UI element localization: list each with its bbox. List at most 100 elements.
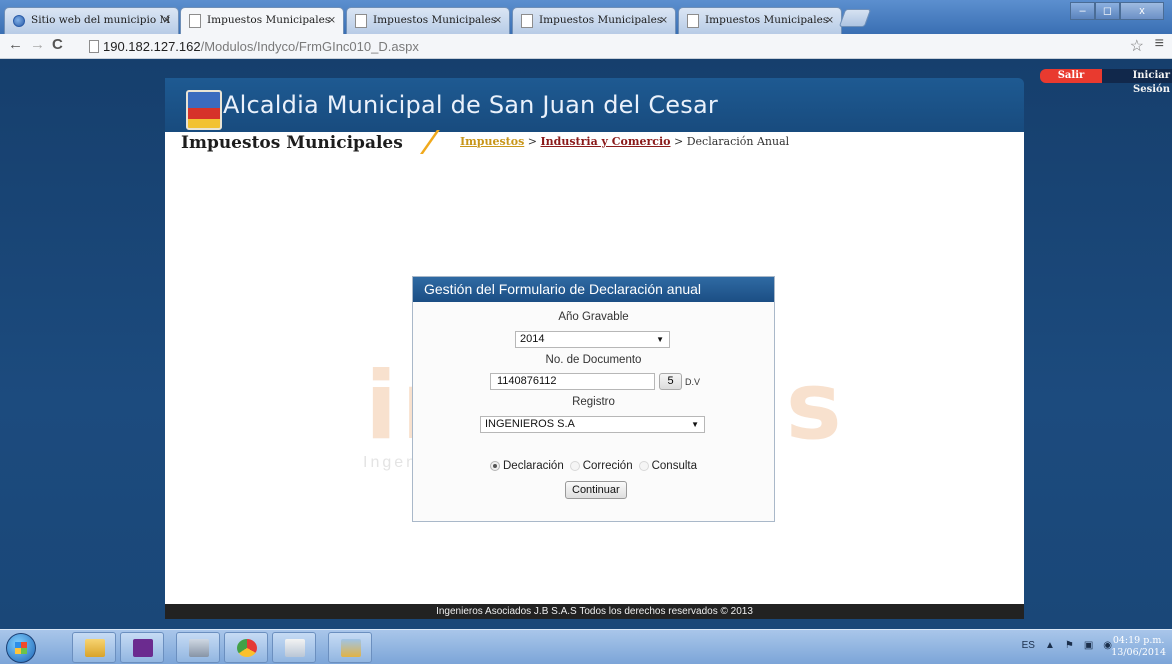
tab-close-icon[interactable]: × (494, 8, 502, 33)
reload-icon[interactable]: C (52, 36, 63, 53)
clock-date: 13/06/2014 (1111, 647, 1166, 658)
tab-label: Impuestos Municipales (539, 14, 663, 26)
document-number-input[interactable]: 1140876112 (490, 373, 655, 390)
banner-title: Alcaldia Municipal de San Juan del Cesar (223, 91, 718, 119)
radio-dot[interactable] (569, 461, 580, 471)
doc-label: No. de Documento (545, 354, 642, 366)
new-tab-button[interactable] (838, 9, 872, 27)
page-icon (521, 14, 533, 28)
declaration-form-panel: Gestión del Formulario de Declaración an… (412, 276, 775, 522)
radio-label: Correción (582, 460, 633, 472)
back-arrow-icon[interactable]: ← (8, 36, 23, 53)
browser-tab-strip: Sitio web del municipio M × Impuestos Mu… (0, 0, 1172, 35)
tab-label: Impuestos Municipales (373, 14, 497, 26)
sub-header: Impuestos Municipales Impuestos > Indust… (165, 130, 1024, 158)
page-icon (355, 14, 367, 28)
year-select-value: 2014 (520, 333, 545, 345)
radio-correcion[interactable]: Correción (569, 460, 633, 472)
radio-declaracion[interactable]: Declaración (490, 460, 564, 472)
url-host: 190.182.127.162 (103, 39, 201, 54)
radio-dot[interactable] (490, 461, 500, 471)
tab-impuestos-2[interactable]: Impuestos Municipales × (346, 7, 510, 34)
tab-impuestos-3[interactable]: Impuestos Municipales × (512, 7, 676, 34)
minimize-button[interactable]: – (1070, 2, 1095, 20)
start-button[interactable] (6, 633, 36, 663)
system-tray: ES ▲ ⚑ ▣ ◉ (1012, 640, 1112, 651)
maximize-button[interactable]: ◻ (1095, 2, 1120, 20)
continue-button[interactable]: Continuar (565, 481, 627, 499)
breadcrumb: Impuestos > Industria y Comercio > Decla… (460, 135, 789, 148)
page-icon (89, 40, 99, 53)
network-icon (189, 639, 209, 657)
coat-of-arms-logo (186, 90, 222, 130)
flag-icon[interactable]: ⚑ (1065, 640, 1074, 651)
registro-select-value: INGENIEROS S.A (485, 418, 575, 430)
bookmark-star-icon[interactable]: ☆ (1130, 36, 1144, 56)
chrome-icon (237, 639, 257, 657)
app-icon (285, 639, 305, 657)
dv-value-box: 5 (659, 373, 682, 390)
address-bar[interactable]: 190.182.127.162/Modulos/Indyco/FrmGInc01… (85, 37, 1105, 56)
radio-label: Consulta (651, 460, 697, 472)
menu-icon[interactable]: ≡ (1155, 35, 1164, 53)
taskbar-explorer[interactable] (72, 632, 116, 663)
site-container: Alcaldia Municipal de San Juan del Cesar… (165, 78, 1024, 619)
clock[interactable]: 04:19 p.m. 13/06/2014 (1111, 635, 1166, 659)
page-viewport: Salir Iniciar Sesión Alcaldia Municipal … (0, 59, 1172, 629)
breadcrumb-separator: > (527, 135, 537, 148)
taskbar-sql[interactable] (328, 632, 372, 663)
breadcrumb-current: Declaración Anual (686, 135, 790, 148)
network-tray-icon[interactable]: ▣ (1084, 640, 1093, 651)
clock-time: 04:19 p.m. (1112, 635, 1165, 646)
logout-button[interactable]: Salir (1040, 69, 1102, 83)
tab-close-icon[interactable]: × (826, 8, 834, 33)
visual-studio-icon (133, 639, 153, 657)
database-icon (341, 639, 361, 657)
forward-arrow-icon[interactable]: → (30, 36, 45, 53)
taskbar-visual-studio[interactable] (120, 632, 164, 663)
taskbar-network[interactable] (176, 632, 220, 663)
tab-impuestos-4[interactable]: Impuestos Municipales × (678, 7, 842, 34)
page-icon (687, 14, 699, 28)
main-content: ingenias Ingenieros J.B S.A.S Gestión de… (165, 154, 1024, 604)
year-select[interactable]: 2014 ▼ (515, 331, 670, 348)
tab-sitio-web[interactable]: Sitio web del municipio M × (4, 7, 179, 34)
tab-close-icon[interactable]: × (163, 8, 171, 33)
radio-dot[interactable] (638, 461, 649, 471)
breadcrumb-separator: > (674, 135, 684, 148)
window-controls: – ◻ x (1070, 2, 1164, 20)
radio-consulta[interactable]: Consulta (638, 460, 697, 472)
globe-icon (13, 15, 25, 27)
action-radio-group: Declaración Correción Consulta (490, 460, 703, 472)
breadcrumb-industria[interactable]: Industria y Comercio (541, 135, 671, 148)
breadcrumb-impuestos[interactable]: Impuestos (460, 135, 524, 148)
tab-close-icon[interactable]: × (660, 8, 668, 33)
tab-impuestos-active[interactable]: Impuestos Municipales × (180, 7, 344, 35)
folder-icon (85, 639, 105, 657)
language-indicator[interactable]: ES (1022, 640, 1035, 651)
login-button[interactable]: Iniciar Sesión (1102, 69, 1172, 95)
registro-label: Registro (572, 396, 615, 408)
tab-label: Impuestos Municipales (705, 14, 829, 26)
radio-label: Declaración (503, 460, 564, 472)
taskbar: ES ▲ ⚑ ▣ ◉ 04:19 p.m. 13/06/2014 (0, 629, 1172, 664)
chevron-down-icon: ▼ (691, 420, 699, 429)
tab-label: Impuestos Municipales (207, 14, 331, 26)
tab-close-icon[interactable]: × (328, 8, 336, 33)
url-path: /Modulos/Indyco/FrmGInc010_D.aspx (200, 39, 419, 54)
panel-title: Gestión del Formulario de Declaración an… (413, 277, 774, 302)
session-bar: Salir Iniciar Sesión (1040, 69, 1172, 95)
app-title: Impuestos Municipales (181, 133, 403, 153)
close-window-button[interactable]: x (1120, 2, 1164, 20)
registro-select[interactable]: INGENIEROS S.A ▼ (480, 416, 705, 433)
browser-toolbar: ← → C 190.182.127.162/Modulos/Indyco/Frm… (0, 34, 1172, 59)
taskbar-app[interactable] (272, 632, 316, 663)
tray-expand-icon[interactable]: ▲ (1045, 640, 1055, 651)
tab-label: Sitio web del municipio M (31, 14, 171, 26)
chevron-down-icon: ▼ (656, 335, 664, 344)
footer: Ingenieros Asociados J.B S.A.S Todos los… (165, 604, 1024, 619)
dv-label: D.V (685, 377, 701, 387)
taskbar-chrome[interactable] (224, 632, 268, 663)
year-label: Año Gravable (558, 311, 629, 323)
site-banner: Alcaldia Municipal de San Juan del Cesar (165, 78, 1024, 132)
